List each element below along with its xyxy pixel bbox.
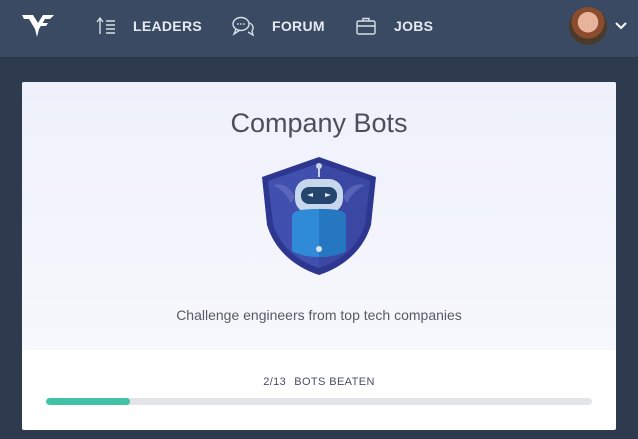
nav-leaders-label: LEADERS [133,18,202,34]
forum-icon [231,15,255,37]
card-subtitle: Challenge engineers from top tech compan… [176,307,462,323]
card-title: Company Bots [230,108,408,138]
nav-forum[interactable]: FORUM [231,0,325,52]
jobs-icon [355,16,377,36]
progress-bar-fill [46,398,131,405]
logo-icon[interactable] [20,11,56,41]
leaders-icon [96,16,116,36]
company-bots-card[interactable]: Company Bots Challenge engineers from to… [22,82,616,430]
progress-caption: BOTS BEATEN [294,376,375,388]
profile-menu[interactable] [569,6,627,46]
bot-shield-icon [262,157,376,275]
top-navigation-bar: LEADERS FORUM JOBS [0,0,638,58]
nav-leaders[interactable]: LEADERS [96,0,202,52]
nav-forum-label: FORUM [272,18,325,34]
progress-bar [46,398,592,405]
progress-label: 2/13 BOTS BEATEN [22,376,616,388]
nav-jobs-label: JOBS [394,18,434,34]
chevron-down-icon[interactable] [615,22,627,30]
progress-count: 2/13 [263,376,287,388]
avatar[interactable] [569,7,607,45]
nav-jobs[interactable]: JOBS [355,0,433,52]
